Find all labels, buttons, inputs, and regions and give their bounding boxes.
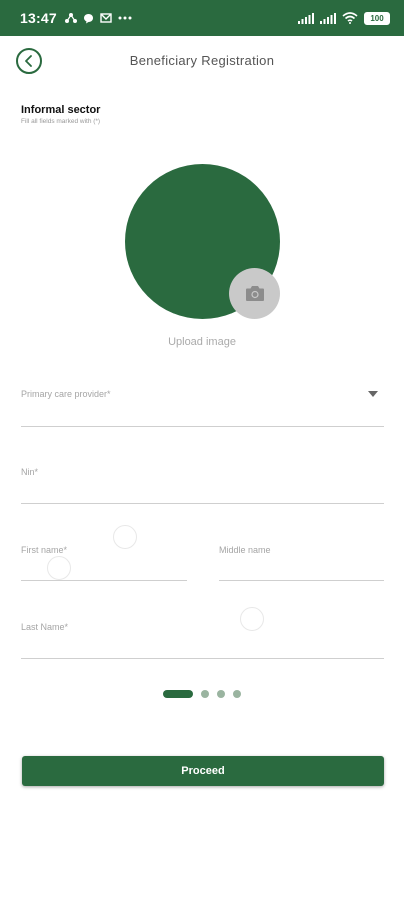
- chat-icon: [83, 13, 93, 23]
- page-dot[interactable]: [201, 690, 209, 698]
- nin-field[interactable]: Nin*: [21, 462, 384, 504]
- network-icon: [64, 13, 77, 23]
- status-bar: 13:47 100: [0, 0, 404, 36]
- nin-label: Nin*: [21, 467, 39, 477]
- camera-icon: [245, 286, 264, 301]
- middle-name-field[interactable]: Middle name: [219, 540, 384, 581]
- more-icon: [118, 16, 132, 20]
- page-dot-active[interactable]: [163, 690, 193, 698]
- primary-care-provider-label: Primary care provider*: [21, 389, 111, 399]
- page-dot[interactable]: [233, 690, 241, 698]
- battery-indicator: 100: [364, 11, 390, 25]
- touch-indicator: [113, 525, 137, 549]
- last-name-field[interactable]: Last Name*: [21, 617, 384, 659]
- status-system-icons: 100: [298, 11, 390, 25]
- signal-icon: [298, 12, 314, 24]
- page-title: Beneficiary Registration: [129, 53, 275, 68]
- first-name-field[interactable]: First name*: [21, 540, 187, 581]
- signal-icon: [320, 12, 336, 24]
- proceed-button[interactable]: Proceed: [22, 756, 384, 786]
- dropdown-arrow-icon: [368, 391, 378, 397]
- upload-image-button[interactable]: [229, 268, 280, 319]
- page-indicator: [163, 690, 241, 698]
- status-time: 13:47: [20, 10, 57, 26]
- section-title: Informal sector: [21, 104, 101, 116]
- middle-name-label: Middle name: [219, 545, 271, 555]
- touch-indicator: [47, 556, 71, 580]
- status-notification-icons: [64, 13, 132, 24]
- touch-indicator: [240, 607, 264, 631]
- page-dot[interactable]: [217, 690, 225, 698]
- app-bar: Beneficiary Registration: [0, 36, 404, 88]
- first-name-label: First name*: [21, 545, 68, 555]
- wifi-icon: [342, 12, 358, 24]
- upload-image-label: Upload image: [168, 336, 236, 348]
- primary-care-provider-dropdown[interactable]: Primary care provider*: [21, 383, 384, 427]
- section-hint: Fill all fields marked with (*): [21, 118, 101, 125]
- mail-icon: [100, 13, 112, 23]
- last-name-label: Last Name*: [21, 622, 69, 632]
